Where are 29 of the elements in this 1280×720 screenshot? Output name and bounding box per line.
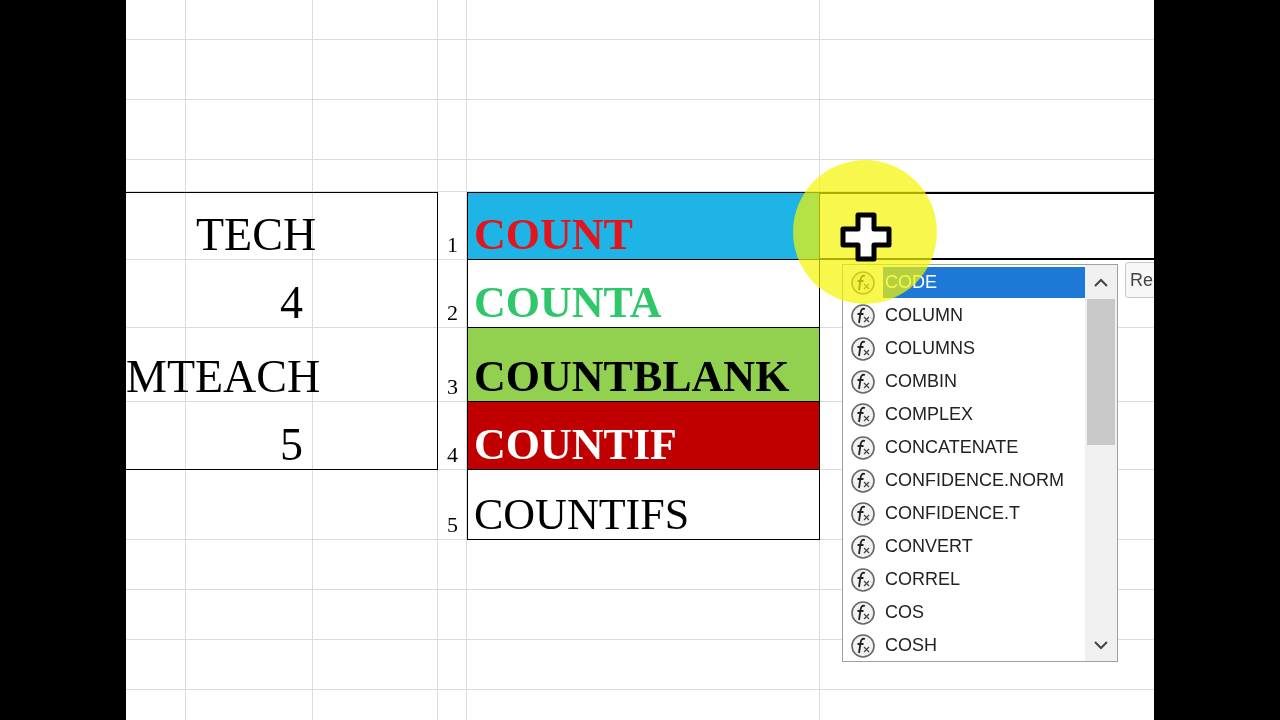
function-icon <box>850 500 876 527</box>
function-icon <box>850 335 876 362</box>
cell-number: 4 <box>280 280 303 326</box>
scroll-thumb[interactable] <box>1087 299 1115 445</box>
function-icon <box>850 434 876 461</box>
function-icon <box>850 467 876 494</box>
plus-cursor-icon <box>840 212 892 262</box>
list-number: 3 <box>447 376 458 398</box>
function-icon <box>850 632 876 659</box>
function-icon <box>850 302 876 329</box>
function-icon <box>850 566 876 593</box>
list-number: 5 <box>447 514 458 536</box>
function-name: COUNTBLANK <box>474 355 790 399</box>
function-name: COUNTIF <box>474 423 677 467</box>
function-icon <box>850 533 876 560</box>
function-icon <box>850 368 876 395</box>
function-icon <box>850 401 876 428</box>
function-name: COUNT <box>474 213 633 257</box>
function-icon <box>850 599 876 626</box>
function-name: COUNTIFS <box>474 493 690 537</box>
list-number: 4 <box>447 444 458 466</box>
list-number: 1 <box>447 234 458 256</box>
tooltip: Re <box>1125 262 1154 298</box>
cell-text: TECH <box>196 212 317 258</box>
cell-text: MTEACH <box>126 354 321 400</box>
cell-number: 5 <box>280 422 303 468</box>
list-number: 2 <box>447 302 458 324</box>
function-name: COUNTA <box>474 281 662 325</box>
scrollbar[interactable] <box>1085 265 1117 661</box>
